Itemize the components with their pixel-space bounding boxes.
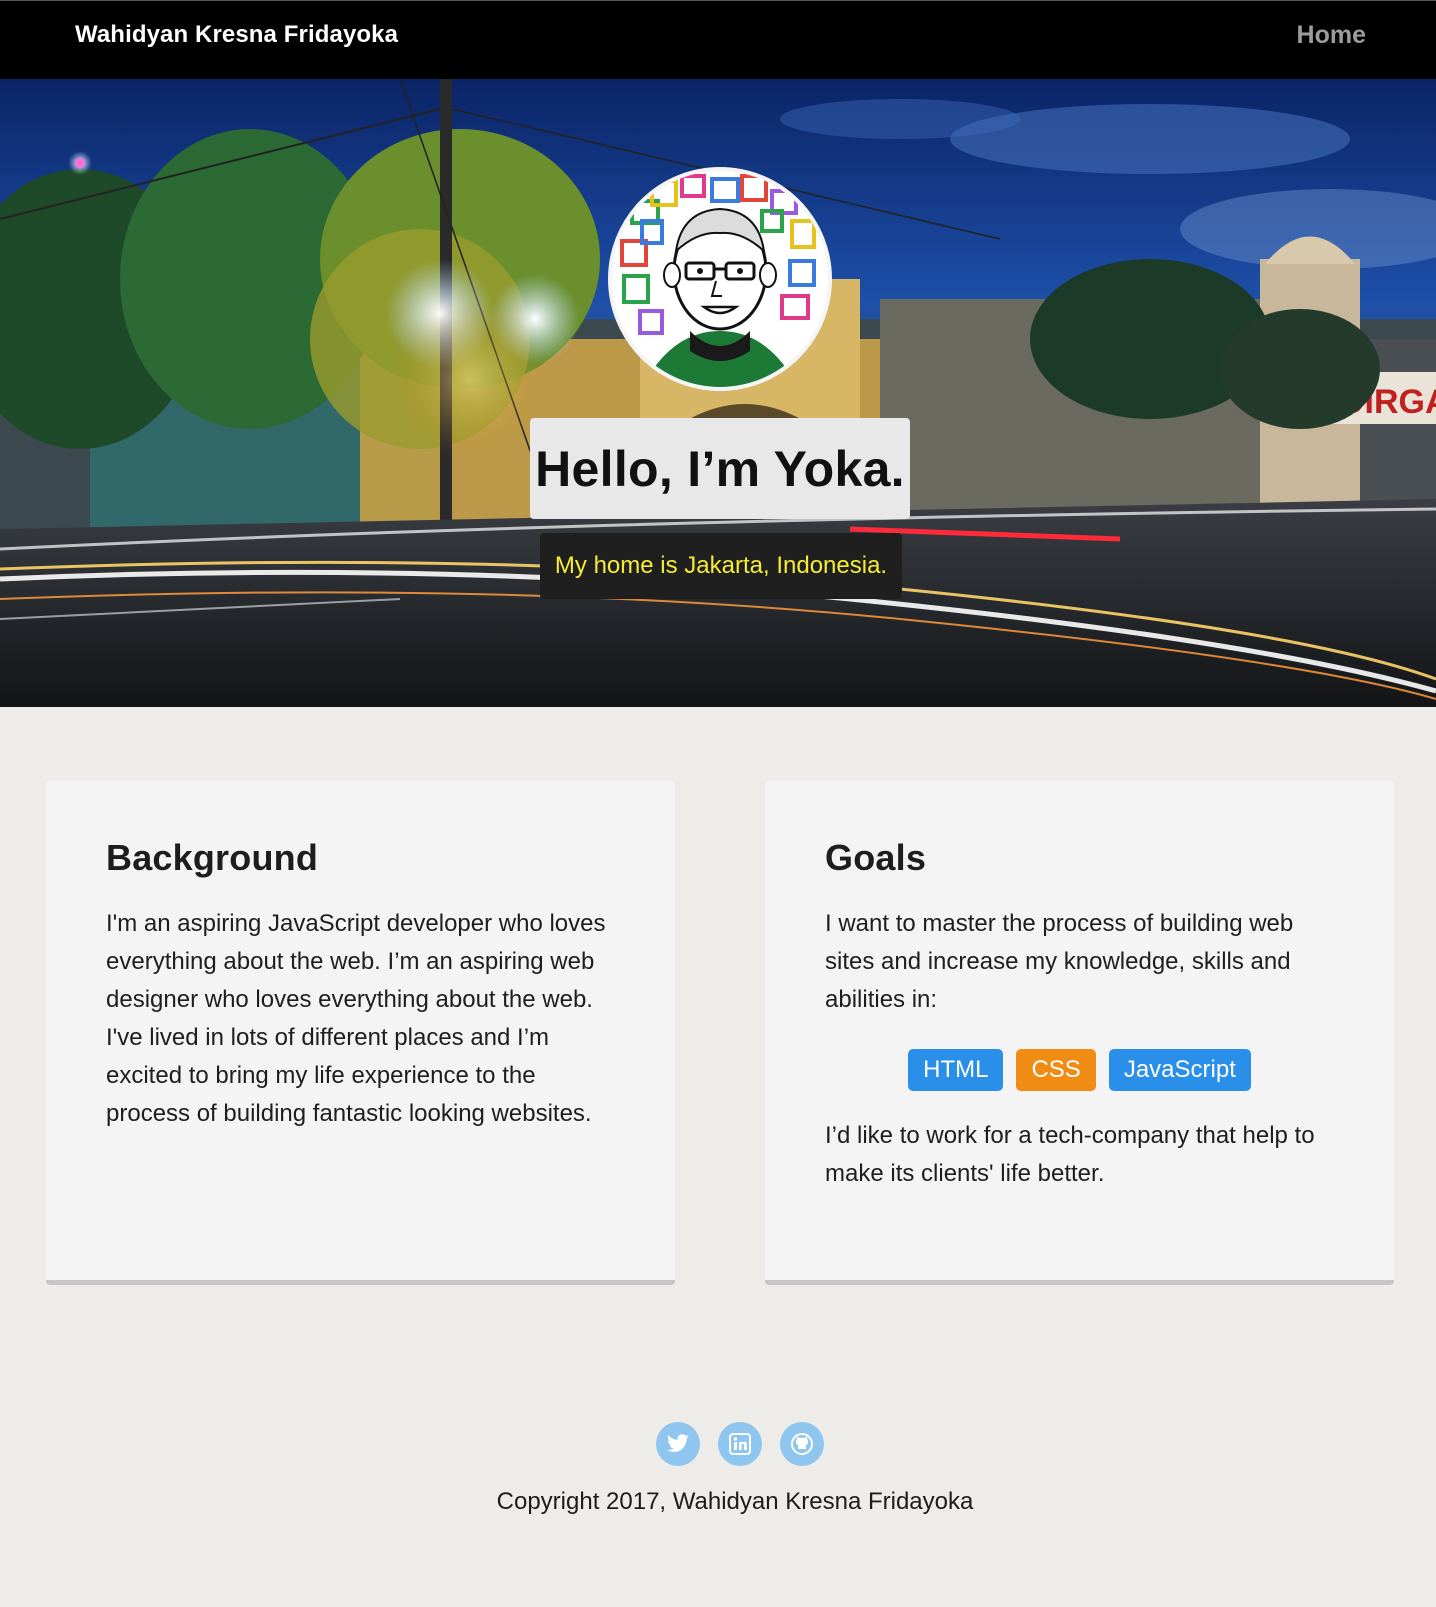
hero-section: DIRGAHAY xyxy=(0,79,1436,707)
skill-tag-javascript: JavaScript xyxy=(1108,1049,1251,1091)
top-navbar: Wahidyan Kresna Fridayoka Home xyxy=(0,0,1436,79)
hero-subtitle-box: My home is Jakarta, Indonesia. xyxy=(540,533,902,599)
github-icon[interactable] xyxy=(780,1422,824,1466)
site-brand[interactable]: Wahidyan Kresna Fridayoka xyxy=(75,21,398,49)
background-title: Background xyxy=(106,837,319,878)
skill-tag-css: CSS xyxy=(1016,1049,1096,1091)
goals-outro: I’d like to work for a tech-company that… xyxy=(825,1122,1315,1187)
footer-copyright: Copyright 2017, Wahidyan Kresna Fridayok… xyxy=(496,1488,974,1515)
hero-subtitle: My home is Jakarta, Indonesia. xyxy=(554,552,888,579)
hero-greeting-box: Hello, I’m Yoka. xyxy=(530,418,910,519)
skill-tags: HTML CSS JavaScript xyxy=(825,1049,1334,1091)
goals-title: Goals xyxy=(825,837,927,878)
avatar-illustration xyxy=(612,171,828,387)
twitter-icon[interactable] xyxy=(656,1422,700,1466)
profile-avatar xyxy=(608,167,832,391)
nav-home-link[interactable]: Home xyxy=(1297,21,1366,50)
social-links xyxy=(656,1422,840,1466)
goals-card: Goals I want to master the process of bu… xyxy=(765,781,1394,1285)
linkedin-icon[interactable] xyxy=(718,1422,762,1466)
hero-greeting: Hello, I’m Yoka. xyxy=(535,440,905,497)
skill-tag-html: HTML xyxy=(908,1049,1004,1091)
background-text: I'm an aspiring JavaScript developer who… xyxy=(106,910,606,1127)
background-card: Background I'm an aspiring JavaScript de… xyxy=(46,781,675,1285)
goals-intro: I want to master the process of building… xyxy=(825,910,1294,1013)
